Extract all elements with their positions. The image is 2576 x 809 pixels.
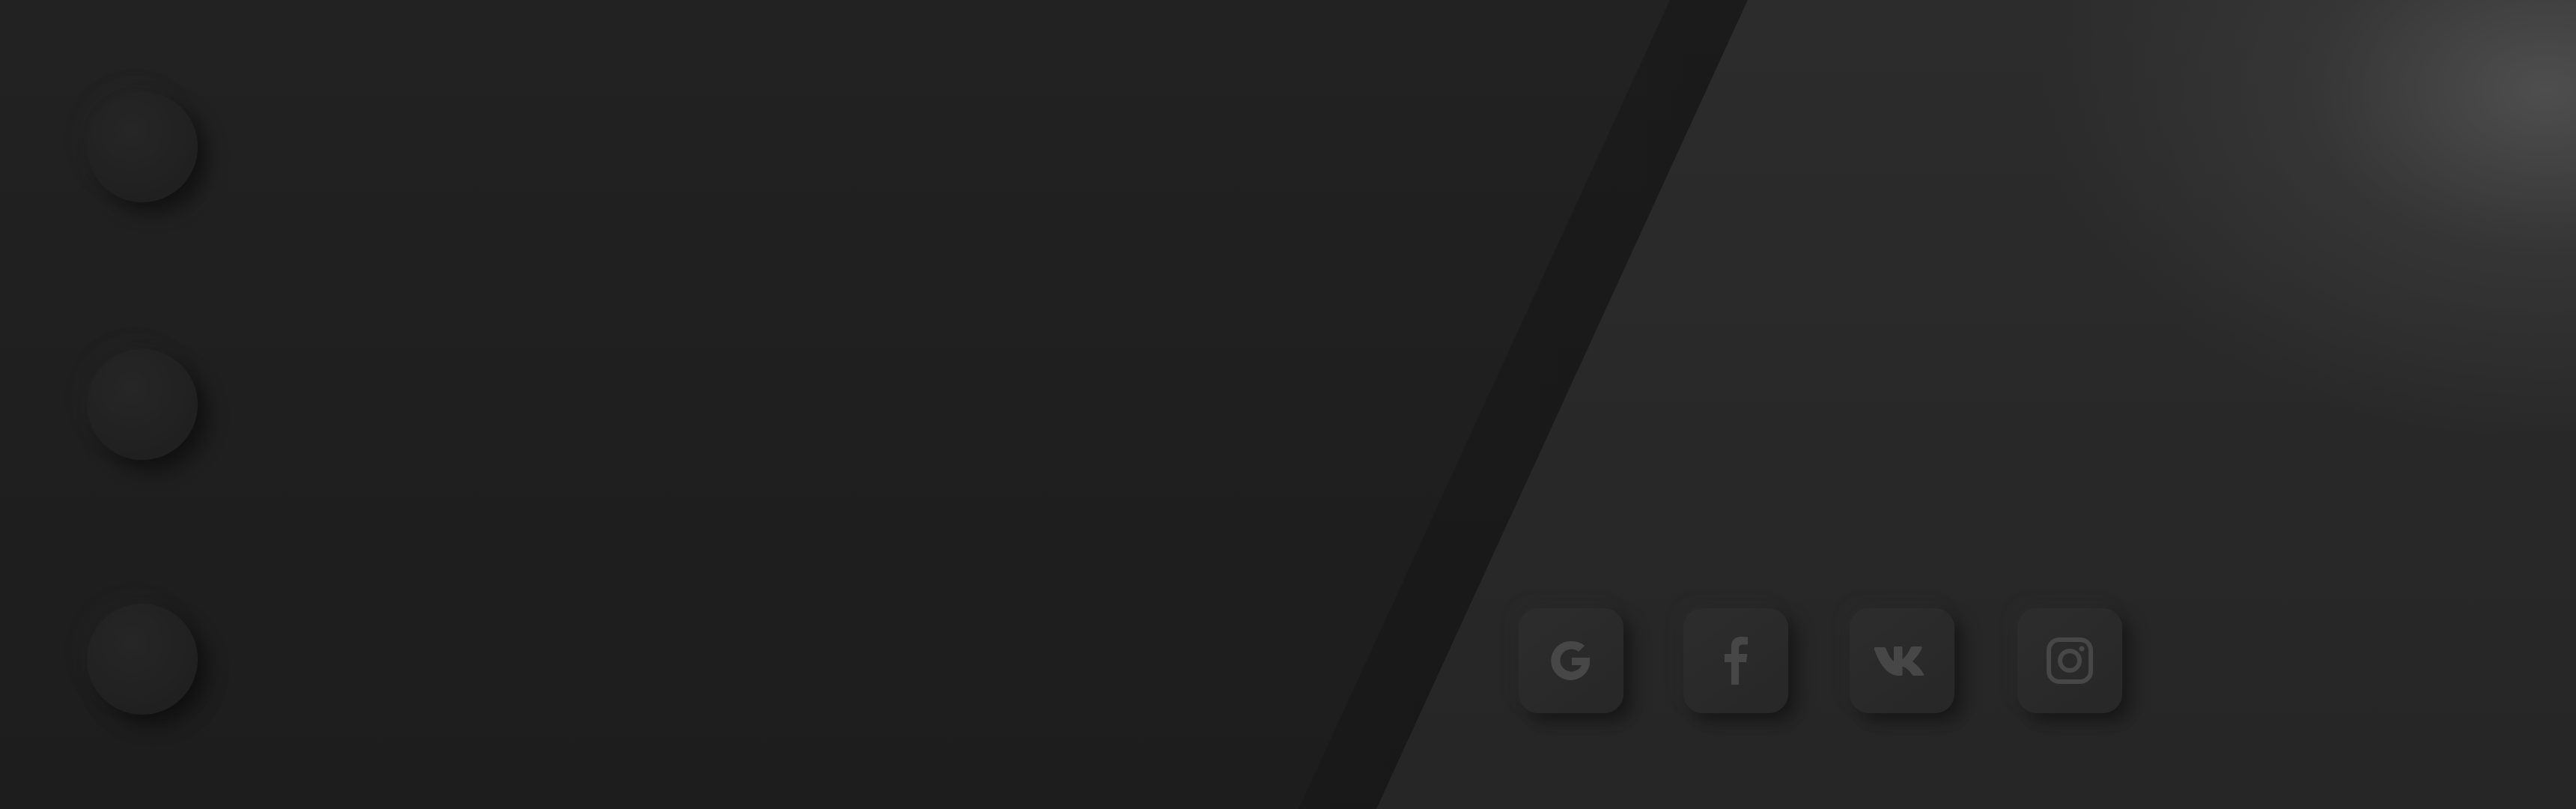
nav-dot-1[interactable] — [87, 91, 198, 202]
google-login-button[interactable] — [1519, 608, 1623, 713]
facebook-login-button[interactable] — [1683, 608, 1788, 713]
google-icon — [1551, 640, 1590, 680]
vk-icon — [1874, 646, 1925, 676]
screen — [0, 0, 2576, 809]
instagram-login-button[interactable] — [2017, 608, 2122, 713]
vk-login-button[interactable] — [1850, 608, 1954, 713]
nav-dot-2[interactable] — [87, 349, 198, 460]
facebook-icon — [1725, 637, 1748, 685]
nav-dot-3[interactable] — [87, 604, 198, 715]
instagram-icon — [2047, 637, 2093, 684]
